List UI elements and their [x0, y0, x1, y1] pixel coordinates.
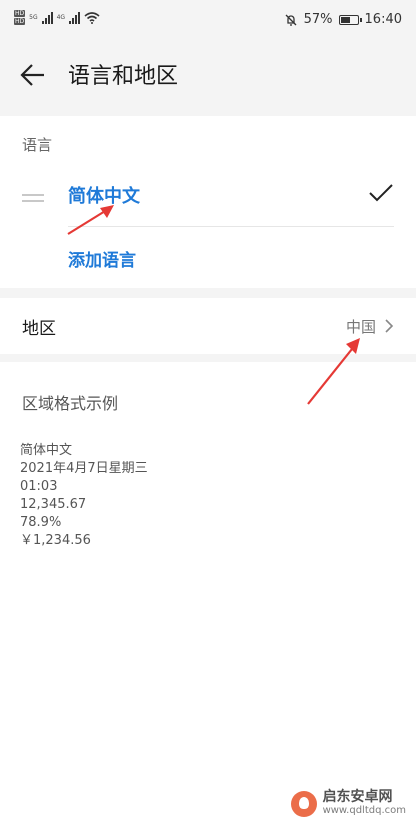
sim1-badge: HD: [14, 10, 26, 17]
format-time: 01:03: [20, 479, 58, 494]
watermark-name: 启东安卓网: [322, 789, 393, 805]
format-currency: ￥1,234.56: [20, 533, 91, 548]
format-example-card: 区域格式示例 简体中文 2021年4月7日星期三 01:03 12,345.67…: [0, 362, 416, 824]
signal-icon: [41, 11, 53, 24]
language-item-simplified-chinese[interactable]: 简体中文: [68, 182, 140, 208]
region-label: 地区: [22, 319, 56, 339]
battery-icon: [338, 14, 362, 25]
clock: 16:40: [364, 12, 402, 27]
watermark: 启东安卓网 www.qdltdq.com: [290, 789, 406, 818]
add-language-button[interactable]: 添加语言: [68, 246, 136, 271]
battery-percent: 57%: [303, 12, 333, 27]
format-date: 2021年4月7日星期三: [20, 461, 148, 476]
check-icon: [369, 184, 393, 202]
format-percent: 78.9%: [20, 515, 62, 530]
region-value: 中国: [345, 318, 376, 336]
battery-fill: [340, 16, 350, 23]
sim-badges: HD HD: [14, 10, 26, 25]
chevron-right-icon: [385, 319, 394, 333]
watermark-logo-icon: [290, 791, 317, 817]
divider: [68, 226, 394, 227]
wifi-icon: [84, 11, 100, 24]
format-language: 简体中文: [20, 443, 73, 458]
back-arrow-icon[interactable]: [18, 60, 48, 90]
language-section-label: 语言: [22, 136, 53, 154]
status-right: 57% 16:40: [284, 12, 402, 27]
region-row[interactable]: 地区 中国: [0, 298, 416, 354]
language-card: 语言 简体中文 添加语言: [0, 116, 416, 288]
status-bar: HD HD 5G 4G 57% 16:40: [0, 0, 416, 40]
network-type-1: 5G: [29, 14, 38, 21]
page-title: 语言和地区: [68, 64, 179, 89]
sim2-badge: HD: [14, 18, 26, 25]
status-left: HD HD 5G 4G: [14, 10, 100, 25]
format-example-list: 简体中文 2021年4月7日星期三 01:03 12,345.67 78.9% …: [20, 442, 148, 550]
format-example-title: 区域格式示例: [22, 394, 119, 413]
watermark-url: www.qdltdq.com: [322, 805, 406, 816]
mute-icon: [285, 14, 297, 26]
format-number: 12,345.67: [20, 497, 87, 512]
signal-icon-2: [69, 11, 81, 24]
drag-handle-icon[interactable]: [22, 194, 44, 202]
network-type-2: 4G: [56, 14, 66, 21]
header: 语言和地区: [0, 46, 416, 102]
